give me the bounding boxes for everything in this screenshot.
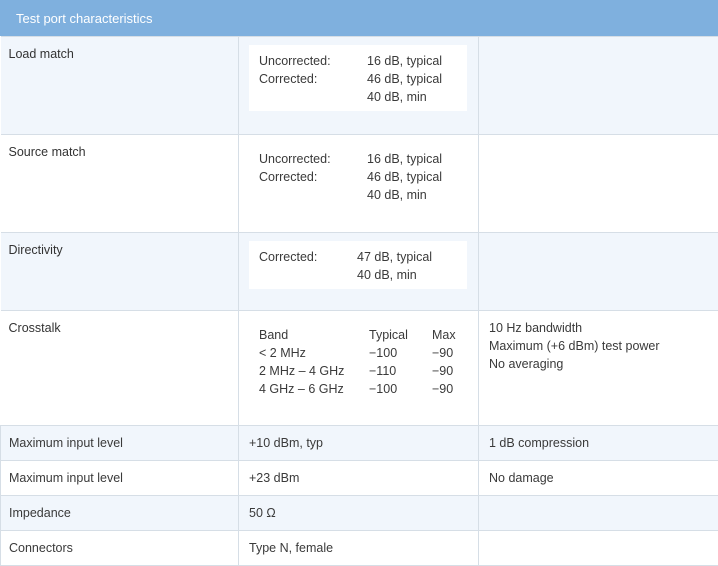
spec-key: Corrected: — [259, 70, 367, 88]
spec-value: 46 dB, typical — [367, 70, 457, 88]
table-row: Directivity Corrected: 47 dB, typical 40… — [1, 233, 718, 311]
max-cell: −90 — [432, 362, 472, 380]
row-value: Uncorrected: 16 dB, typical Corrected: 4… — [239, 135, 479, 233]
band-cell: 2 MHz – 4 GHz — [259, 362, 369, 380]
spec-value: 16 dB, typical — [367, 150, 457, 168]
table-row: Load match Uncorrected: 16 dB, typical C… — [1, 37, 718, 135]
row-label: Connectors — [1, 531, 239, 566]
row-note: 10 Hz bandwidth Maximum (+6 dBm) test po… — [479, 311, 718, 426]
row-note — [479, 135, 718, 233]
table-header: Test port characteristics — [0, 0, 718, 36]
row-note — [479, 496, 718, 531]
row-label: Impedance — [1, 496, 239, 531]
max-cell: −90 — [432, 380, 472, 398]
table-row: Connectors Type N, female — [1, 531, 718, 566]
spec-table: Load match Uncorrected: 16 dB, typical C… — [0, 36, 718, 566]
value-box: Uncorrected: 16 dB, typical Corrected: 4… — [249, 45, 467, 111]
row-value: Corrected: 47 dB, typical 40 dB, min — [239, 233, 479, 311]
row-value: Band Typical Max < 2 MHz −100 −90 2 MHz … — [239, 311, 479, 426]
row-value: +10 dBm, typ — [239, 426, 479, 461]
typical-cell: −100 — [369, 380, 432, 398]
spec-key: Corrected: — [259, 248, 357, 266]
table-row: Source match Uncorrected: 16 dB, typical… — [1, 135, 718, 233]
note-line: Maximum (+6 dBm) test power — [489, 337, 709, 355]
row-label: Crosstalk — [1, 311, 239, 426]
row-label: Directivity — [1, 233, 239, 311]
row-note — [479, 37, 718, 135]
table-row: Maximum input level +10 dBm, typ 1 dB co… — [1, 426, 718, 461]
max-cell: −90 — [432, 344, 472, 362]
column-header: Max — [432, 326, 472, 344]
row-label: Load match — [1, 37, 239, 135]
note-line: No averaging — [489, 355, 709, 373]
table-row: Impedance 50 Ω — [1, 496, 718, 531]
column-header: Typical — [369, 326, 432, 344]
row-note: No damage — [479, 461, 718, 496]
spec-key — [259, 186, 367, 204]
note-line: 10 Hz bandwidth — [489, 319, 709, 337]
row-label: Maximum input level — [1, 426, 239, 461]
row-value: +23 dBm — [239, 461, 479, 496]
band-cell: < 2 MHz — [259, 344, 369, 362]
spec-value: 47 dB, typical — [357, 248, 457, 266]
row-value: 50 Ω — [239, 496, 479, 531]
spec-value: 16 dB, typical — [367, 52, 457, 70]
value-box: Corrected: 47 dB, typical 40 dB, min — [249, 241, 467, 289]
typical-cell: −110 — [369, 362, 432, 380]
row-label: Source match — [1, 135, 239, 233]
spec-key — [259, 266, 357, 284]
crosstalk-table: Band Typical Max < 2 MHz −100 −90 2 MHz … — [249, 319, 468, 398]
note-lines: 10 Hz bandwidth Maximum (+6 dBm) test po… — [489, 319, 709, 373]
row-value: Type N, female — [239, 531, 479, 566]
row-label: Maximum input level — [1, 461, 239, 496]
value-box: Uncorrected: 16 dB, typical Corrected: 4… — [249, 143, 467, 209]
row-value: Uncorrected: 16 dB, typical Corrected: 4… — [239, 37, 479, 135]
table-title: Test port characteristics — [16, 11, 153, 26]
spec-key: Uncorrected: — [259, 52, 367, 70]
typical-cell: −100 — [369, 344, 432, 362]
column-header: Band — [259, 326, 369, 344]
spec-value: 40 dB, min — [367, 186, 457, 204]
spec-value: 40 dB, min — [357, 266, 457, 284]
table-row: Crosstalk Band Typical Max < 2 MHz −100 … — [1, 311, 718, 426]
spec-value: 46 dB, typical — [367, 168, 457, 186]
spec-value: 40 dB, min — [367, 88, 457, 106]
band-cell: 4 GHz – 6 GHz — [259, 380, 369, 398]
row-note — [479, 531, 718, 566]
table-row: Maximum input level +23 dBm No damage — [1, 461, 718, 496]
spec-key: Corrected: — [259, 168, 367, 186]
row-note: 1 dB compression — [479, 426, 718, 461]
spec-key — [259, 88, 367, 106]
row-note — [479, 233, 718, 311]
spec-key: Uncorrected: — [259, 150, 367, 168]
